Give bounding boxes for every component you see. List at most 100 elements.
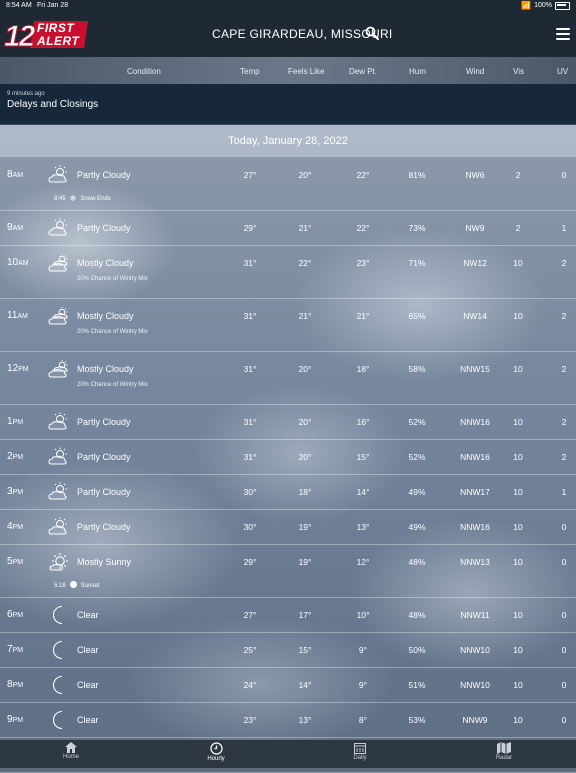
calendar-icon xyxy=(354,743,366,754)
precip-note: 20% Chance of Wintry Mix xyxy=(77,276,148,282)
partly-cloudy-icon xyxy=(48,517,72,537)
cell-feels: 19° xyxy=(298,522,312,532)
wifi-icon: 📶 xyxy=(521,1,532,10)
cell-dew: 16° xyxy=(356,417,370,427)
condition-text: Mostly Sunny xyxy=(77,557,132,567)
cell-vis: 2 xyxy=(515,170,521,180)
hour-row[interactable]: 5PM Mostly Sunny 29° 19° 12° 48% NNW13 10 0 5:18 S… xyxy=(0,544,576,598)
condition-text: Partly Cloudy xyxy=(77,223,131,233)
cell-hum: 71% xyxy=(408,258,426,268)
battery-icon xyxy=(555,2,570,10)
moon-icon xyxy=(48,640,72,660)
cell-wind: NNW16 xyxy=(460,417,490,427)
hour-row[interactable]: 6PM Clear 27° 17° 10° 48% NNW11 10 0 xyxy=(0,597,576,633)
cell-temp: 31° xyxy=(243,258,257,268)
event-text: Sunset xyxy=(80,582,100,589)
condition-text: Partly Cloudy xyxy=(77,452,131,462)
search-icon[interactable] xyxy=(365,26,379,40)
tab-daily-label: Daily xyxy=(353,755,367,761)
hour-label: 11AM xyxy=(7,310,28,321)
cell-wind: NNW17 xyxy=(460,487,490,497)
tab-home[interactable]: Home xyxy=(41,742,101,760)
hour-row[interactable]: 12PM Mostly Cloudy 31° 20° 18° 58% NNW15 10 2 20%… xyxy=(0,351,576,405)
condition-text: Clear xyxy=(77,645,99,655)
logo-line-first: FIRST xyxy=(37,21,75,35)
cell-feels: 17° xyxy=(298,610,312,620)
app-header: 12 FIRST ALERT CAPE GIRARDEAU, MISSOURI xyxy=(0,12,576,57)
event-time: 8:45 xyxy=(54,195,66,202)
hour-label: 12PM xyxy=(7,363,29,374)
condition-text: Clear xyxy=(77,680,99,690)
hour-label: 1PM xyxy=(7,416,24,427)
hour-label: 4PM xyxy=(7,521,24,532)
tab-hourly-label: Hourly xyxy=(207,756,225,762)
cell-dew: 9° xyxy=(358,680,368,690)
condition-text: Clear xyxy=(77,715,99,725)
cell-uv: 0 xyxy=(561,557,567,567)
cell-uv: 2 xyxy=(561,364,567,374)
precip-note: 20% Chance of Wintry Mix xyxy=(77,382,148,388)
cell-hum: 49% xyxy=(408,487,426,497)
tab-radar[interactable]: Radar xyxy=(474,742,534,761)
hour-row[interactable]: 3PM Partly Cloudy 30° 18° 14° 49% NNW17 10 1 xyxy=(0,474,576,510)
moon-icon xyxy=(48,710,72,730)
hour-row[interactable]: 2PM Partly Cloudy 31° 20° 15° 52% NNW16 10 2 xyxy=(0,439,576,475)
cell-temp: 31° xyxy=(243,452,257,462)
cell-vis: 10 xyxy=(513,715,523,725)
delays-banner[interactable]: 9 minutes ago Delays and Closings xyxy=(0,84,576,125)
column-header-row: Condition Temp Feels Like Dew Pt. Hum Wi… xyxy=(0,57,576,84)
hour-row[interactable]: 9AM Partly Cloudy 29° 21° 22° 73% NW9 2 1 xyxy=(0,210,576,246)
cell-vis: 10 xyxy=(513,680,523,690)
condition-text: Partly Cloudy xyxy=(77,487,131,497)
status-bar: 8:54 AM Fri Jan 28 📶 100% xyxy=(0,0,576,12)
hour-label: 2PM xyxy=(7,451,24,462)
hour-row[interactable]: 4PM Partly Cloudy 30° 19° 13° 49% NNW16 10 0 xyxy=(0,509,576,545)
hour-label: 10AM xyxy=(7,257,29,268)
cell-dew: 10° xyxy=(356,610,370,620)
event-time: 5:18 xyxy=(54,582,66,589)
cell-feels: 20° xyxy=(298,364,312,374)
hour-row[interactable]: 8PM Clear 24° 14° 9° 51% NNW10 10 0 xyxy=(0,667,576,703)
cell-temp: 27° xyxy=(243,170,257,180)
cell-vis: 10 xyxy=(513,610,523,620)
cell-vis: 10 xyxy=(513,645,523,655)
hour-row[interactable]: 7PM Clear 25° 15° 9° 50% NNW10 10 0 xyxy=(0,632,576,668)
station-logo[interactable]: 12 FIRST ALERT xyxy=(3,18,88,54)
mostly-cloudy-icon xyxy=(48,359,72,379)
moon-icon xyxy=(48,605,72,625)
cell-temp: 30° xyxy=(243,522,257,532)
cell-dew: 15° xyxy=(356,452,370,462)
cell-hum: 48% xyxy=(408,557,426,567)
partly-cloudy-icon xyxy=(48,218,72,238)
condition-text: Mostly Cloudy xyxy=(77,364,134,374)
hour-row[interactable]: 8AM Partly Cloudy 27° 20° 22° 81% NW6 2 0 8:45 ❄ Sn… xyxy=(0,157,576,211)
cell-uv: 2 xyxy=(561,311,567,321)
hour-row[interactable]: 11AM Mostly Cloudy 31° 21° 21° 65% NW14 10 2 20% … xyxy=(0,298,576,352)
cell-uv: 2 xyxy=(561,417,567,427)
precip-note: 20% Chance of Wintry Mix xyxy=(77,329,148,335)
hour-row[interactable]: 1PM Partly Cloudy 31° 20° 16° 52% NNW16 10 2 xyxy=(0,404,576,440)
map-icon xyxy=(497,742,511,754)
cell-temp: 31° xyxy=(243,364,257,374)
hamburger-menu-icon[interactable] xyxy=(556,28,570,40)
cell-temp: 24° xyxy=(243,680,257,690)
hour-row[interactable]: 10AM Mostly Cloudy 31° 22° 23° 71% NW12 10 2 20% … xyxy=(0,245,576,299)
tab-radar-label: Radar xyxy=(495,755,513,761)
col-wind: Wind xyxy=(466,67,485,76)
hour-row[interactable]: 9PM Clear 23° 13° 8° 53% NNW9 10 0 xyxy=(0,702,576,738)
col-dew-pt: Dew Pt. xyxy=(349,67,378,76)
tab-home-label: Home xyxy=(62,754,79,760)
cell-temp: 29° xyxy=(243,223,257,233)
cell-dew: 9° xyxy=(358,645,368,655)
battery-percent: 100% xyxy=(534,2,552,9)
hour-label: 9PM xyxy=(7,714,24,725)
partly-cloudy-icon xyxy=(48,447,72,467)
tab-hourly[interactable]: Hourly xyxy=(186,742,246,762)
cell-dew: 13° xyxy=(356,522,370,532)
cell-wind: NNW10 xyxy=(460,680,490,690)
moon-icon xyxy=(48,675,72,695)
tab-daily[interactable]: Daily xyxy=(330,742,390,761)
event-text: Snow Ends xyxy=(80,195,111,202)
cell-hum: 65% xyxy=(408,311,426,321)
hourly-icon xyxy=(209,742,223,755)
